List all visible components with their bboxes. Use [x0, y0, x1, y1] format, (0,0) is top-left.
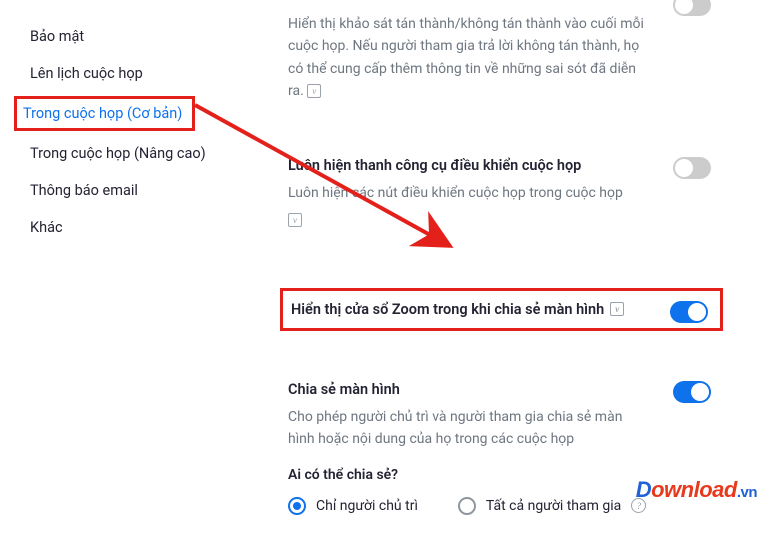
radio-label: Tất cả người tham gia: [486, 498, 621, 514]
radio-all-participants[interactable]: Tất cả người tham gia ?: [458, 497, 646, 515]
setting-title-text: Luôn hiện thanh công cụ điều khiển cuộc …: [288, 157, 581, 174]
toggle-survey[interactable]: [673, 0, 711, 16]
toggle-toolbar[interactable]: [673, 157, 711, 179]
setting-desc-text: Luôn hiện các nút điều khiển cuộc họp tr…: [288, 185, 623, 201]
help-icon[interactable]: ?: [631, 498, 646, 513]
settings-sidebar: Bảo mật Lên lịch cuộc họp Trong cuộc họp…: [0, 0, 270, 535]
toggle-show-zoom[interactable]: [670, 301, 708, 323]
toggle-screenshare[interactable]: [673, 381, 711, 403]
setting-desc-text: Cho phép người chủ trì và người tham gia…: [288, 406, 648, 451]
info-icon[interactable]: v: [288, 213, 302, 227]
setting-desc-text: Hiển thị khảo sát tán thành/không tán th…: [288, 16, 644, 99]
sidebar-item-other[interactable]: Khác: [30, 209, 270, 246]
radio-icon: [458, 497, 476, 515]
settings-main: Hiển thị khảo sát tán thành/không tán th…: [270, 0, 771, 535]
radio-label: Chỉ người chủ trì: [316, 498, 418, 514]
sidebar-item-email[interactable]: Thông báo email: [30, 172, 270, 209]
setting-title-text: Chia sẻ màn hình: [288, 381, 400, 398]
setting-title-text: Hiển thị cửa sổ Zoom trong khi chia sẻ m…: [291, 301, 604, 318]
setting-toolbar: Luôn hiện thanh công cụ điều khiển cuộc …: [288, 153, 711, 248]
sidebar-item-inmeeting-basic[interactable]: Trong cuộc họp (Cơ bản): [30, 92, 270, 135]
setting-survey: Hiển thị khảo sát tán thành/không tán th…: [288, 0, 711, 123]
highlight-box-main: Hiển thị cửa sổ Zoom trong khi chia sẻ m…: [280, 288, 723, 331]
radio-icon: [288, 497, 306, 515]
info-icon[interactable]: v: [610, 302, 624, 316]
sidebar-item-schedule[interactable]: Lên lịch cuộc họp: [30, 55, 270, 92]
sidebar-item-label: Trong cuộc họp (Cơ bản): [23, 105, 182, 122]
highlight-box-sidebar: Trong cuộc họp (Cơ bản): [14, 96, 195, 131]
radio-host-only[interactable]: Chỉ người chủ trì: [288, 497, 418, 515]
sidebar-item-inmeeting-advanced[interactable]: Trong cuộc họp (Nâng cao): [30, 135, 270, 172]
who-can-share-label: Ai có thể chia sẻ?: [288, 467, 711, 483]
sidebar-item-security[interactable]: Bảo mật: [30, 18, 270, 55]
info-icon[interactable]: v: [307, 84, 321, 98]
